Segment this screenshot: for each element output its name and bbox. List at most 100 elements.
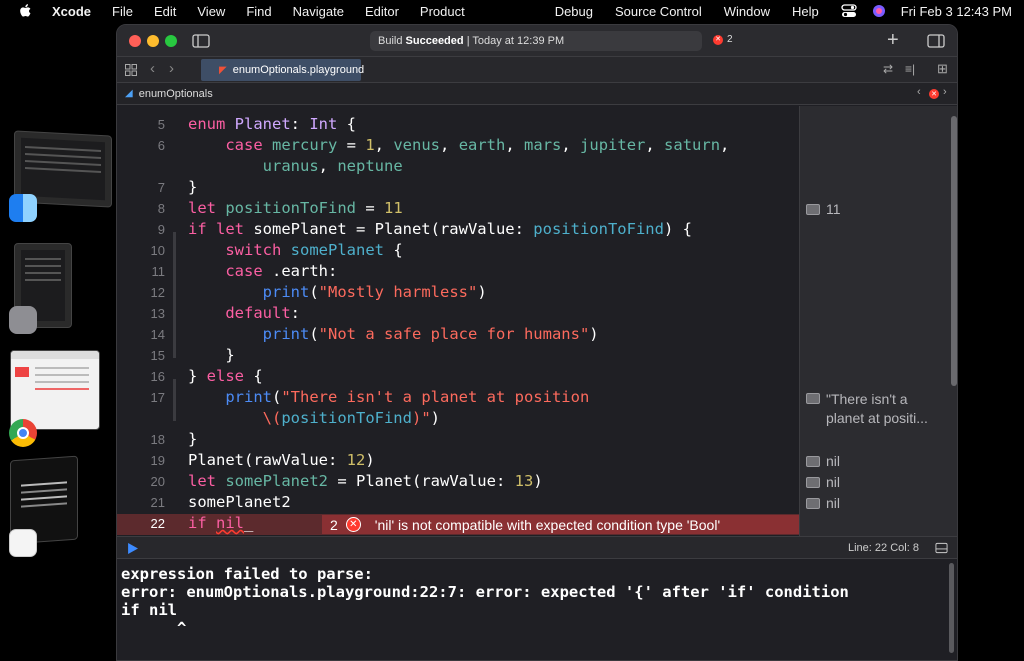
split-editor-icon[interactable]: ⊞ — [937, 61, 948, 77]
quick-look-icon[interactable] — [806, 477, 820, 488]
code-line[interactable]: let somePlanet2 = Planet(rawValue: 13) — [188, 472, 543, 490]
code-line[interactable]: case .earth: — [188, 262, 337, 280]
line-number: 11 — [151, 264, 166, 279]
code-line[interactable]: print("Not a safe place for humans") — [188, 325, 599, 343]
sidebar-toggle-icon[interactable] — [192, 34, 210, 48]
code-editor[interactable]: 5 6 7 8 9 10 11 12 13 14 15 16 17 18 19 … — [117, 106, 799, 536]
code-line[interactable]: print("There isn't a planet at position — [188, 388, 589, 406]
menu-find[interactable]: Find — [246, 4, 271, 19]
results-sidebar: 11 "There isn't a planet at positi... nil… — [799, 106, 957, 536]
line-number: 16 — [150, 369, 165, 384]
result-line-21[interactable]: nil — [806, 495, 840, 511]
menu-view[interactable]: View — [197, 4, 225, 19]
menu-help[interactable]: Help — [792, 4, 819, 19]
code-line[interactable]: if let somePlanet = Planet(rawValue: pos… — [188, 220, 692, 238]
add-tab-icon[interactable]: + — [887, 29, 899, 52]
code-line[interactable]: case mercury = 1, venus, earth, mars, ju… — [188, 136, 729, 154]
editor-options-icon[interactable]: ≡| — [905, 62, 915, 76]
error-icon: ✕ — [345, 517, 361, 532]
line-number: 7 — [157, 180, 165, 195]
result-line-19[interactable]: nil — [806, 453, 840, 469]
inline-error-annotation[interactable]: 2 ✕ 'nil' is not compatible with expecte… — [322, 515, 799, 534]
menu-source-control[interactable]: Source Control — [615, 4, 702, 19]
result-value: nil — [826, 474, 841, 490]
menu-app-name[interactable]: Xcode — [52, 4, 91, 19]
textedit-icon[interactable] — [9, 529, 37, 557]
result-line-8[interactable]: 11 — [806, 201, 841, 217]
quick-look-icon[interactable] — [806, 393, 820, 404]
chrome-icon[interactable] — [9, 419, 37, 447]
code-line[interactable]: print("Mostly harmless") — [188, 283, 487, 301]
back-icon[interactable]: ‹ — [150, 60, 155, 77]
close-button[interactable] — [129, 35, 141, 47]
code-line[interactable]: } — [188, 430, 197, 448]
siri-icon[interactable] — [871, 4, 887, 18]
error-count-badge[interactable]: ✕ 2 — [713, 34, 733, 45]
minimize-button[interactable] — [147, 35, 159, 47]
code-line[interactable]: } — [188, 178, 197, 196]
result-line-17[interactable]: "There isn't a planet at positi... — [806, 390, 928, 428]
build-status-label: Build — [378, 35, 403, 47]
code-line[interactable]: somePlanet2 — [188, 493, 291, 511]
window-thumbnail-chrome[interactable] — [10, 350, 100, 430]
results-scrollbar[interactable] — [951, 116, 957, 386]
code-line[interactable]: Planet(rawValue: 12) — [188, 451, 375, 469]
line-number: 14 — [150, 327, 165, 342]
line-number: 8 — [157, 201, 165, 216]
system-settings-icon[interactable] — [9, 306, 37, 334]
control-center-icon[interactable] — [841, 4, 857, 18]
inspector-toggle-icon[interactable] — [927, 34, 945, 48]
line-number: 6 — [157, 138, 165, 153]
inline-error-count: 2 — [330, 516, 338, 533]
quick-look-icon[interactable] — [806, 204, 820, 215]
code-line[interactable]: } — [188, 346, 234, 364]
code-line[interactable]: let positionToFind = 11 — [188, 199, 403, 217]
code-line[interactable]: switch somePlanet { — [188, 241, 402, 259]
zoom-button[interactable] — [165, 35, 177, 47]
run-icon[interactable] — [127, 543, 138, 554]
menu-clock[interactable]: Fri Feb 3 12:43 PM — [901, 4, 1012, 19]
quick-look-icon[interactable] — [806, 456, 820, 467]
menu-window[interactable]: Window — [724, 4, 770, 19]
build-status[interactable]: Build Succeeded | Today at 12:39 PM — [370, 31, 702, 51]
grid-icon[interactable] — [125, 64, 137, 76]
issue-error-icon[interactable]: ✕ — [929, 89, 939, 99]
jump-bar: ◢ enumOptionals ‹ ✕ › — [117, 83, 957, 105]
xcode-window: Build Succeeded | Today at 12:39 PM ✕ 2 +… — [116, 24, 958, 661]
issue-next-icon[interactable]: › — [943, 86, 947, 98]
title-bar: Build Succeeded | Today at 12:39 PM ✕ 2 + — [117, 25, 957, 57]
error-icon: ✕ — [713, 34, 723, 45]
menu-editor[interactable]: Editor — [365, 4, 399, 19]
breadcrumb[interactable]: enumOptionals — [139, 88, 213, 100]
console-output[interactable]: expression failed to parse: error: enumO… — [117, 559, 957, 660]
menu-navigate[interactable]: Navigate — [293, 4, 344, 19]
code-line[interactable]: default: — [188, 304, 300, 322]
menu-debug[interactable]: Debug — [555, 4, 593, 19]
forward-icon[interactable]: › — [169, 60, 174, 77]
hide-console-icon[interactable] — [935, 542, 948, 554]
console-scrollbar[interactable] — [949, 563, 954, 653]
result-value: nil — [826, 453, 841, 469]
menu-edit[interactable]: Edit — [154, 4, 176, 19]
related-items-icon[interactable]: ⇄ — [883, 62, 893, 76]
tab-playground[interactable]: ◤ enumOptionals.playground — [201, 59, 364, 81]
result-value: 11 — [826, 201, 841, 217]
code-line[interactable]: uranus, neptune — [188, 157, 403, 175]
result-line-20[interactable]: nil — [806, 474, 840, 490]
build-status-time: | Today at 12:39 PM — [466, 35, 565, 47]
line-number: 17 — [150, 390, 165, 405]
line-number: 5 — [157, 117, 165, 132]
tab-bar: ‹ › ◤ enumOptionals.playground ⇄ ≡| ⊞ — [117, 57, 957, 83]
quick-look-icon[interactable] — [806, 498, 820, 509]
code-line[interactable]: \(positionToFind)") — [188, 409, 440, 427]
issue-prev-icon[interactable]: ‹ — [917, 86, 921, 98]
build-status-state: Succeeded — [405, 35, 464, 47]
code-line[interactable]: if nil_ — [188, 514, 253, 532]
apple-icon[interactable] — [18, 4, 32, 18]
line-number: 20 — [150, 474, 165, 489]
code-line[interactable]: } else { — [188, 367, 263, 385]
finder-icon[interactable] — [9, 194, 37, 222]
menu-product[interactable]: Product — [420, 4, 465, 19]
code-line[interactable]: enum Planet: Int { — [188, 115, 356, 133]
menu-file[interactable]: File — [112, 4, 133, 19]
